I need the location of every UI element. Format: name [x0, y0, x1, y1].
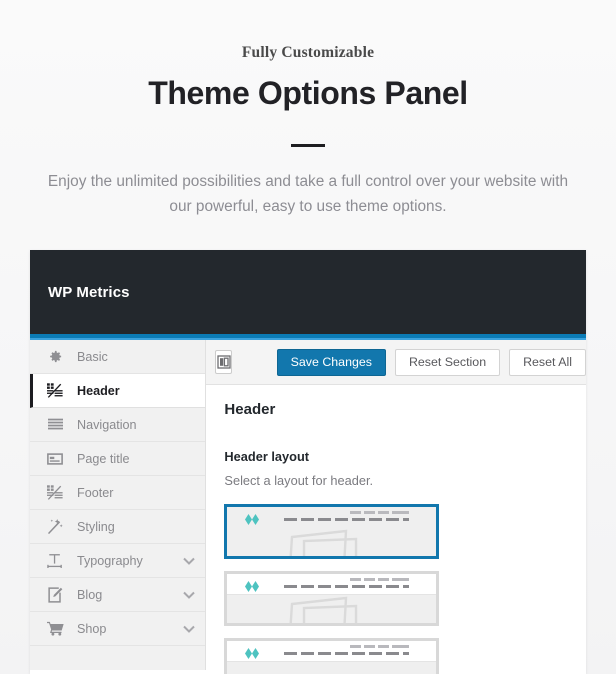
chevron-down-icon[interactable] [183, 557, 196, 565]
reset-section-button[interactable]: Reset Section [394, 348, 501, 376]
sidebar-item-footer[interactable]: Footer [30, 476, 206, 510]
brand-title: WP Metrics [48, 283, 130, 301]
chevron-down-icon[interactable] [183, 625, 196, 633]
layout-preview-bar [227, 641, 437, 662]
field-description: Select a layout for header. [224, 473, 374, 488]
pencil-note-icon [44, 586, 66, 604]
chevron-down-icon[interactable] [183, 591, 196, 599]
landing-page: Fully Customizable Theme Options Panel E… [0, 0, 616, 674]
panel-sidebar: Basic Header Navigation Page title Foote… [30, 340, 207, 670]
layout-options [224, 504, 568, 674]
layout-preview-image [284, 527, 384, 556]
logo-icon [244, 512, 260, 525]
sidebar-item-navigation[interactable]: Navigation [30, 408, 206, 442]
section-title: Header [224, 401, 276, 418]
sidebar-item-label: Page title [77, 451, 130, 466]
layout-preview-bar [227, 507, 437, 528]
gear-icon [44, 348, 66, 366]
sidebar-item-styling[interactable]: Styling [30, 510, 206, 544]
header-icon [44, 382, 66, 400]
sidebar-item-label: Styling [77, 519, 115, 534]
sidebar-item-page-title[interactable]: Page title [30, 442, 206, 476]
navigation-icon [44, 416, 66, 434]
sidebar-item-blog[interactable]: Blog [30, 578, 206, 612]
intro-section: Fully Customizable Theme Options Panel E… [0, 0, 616, 220]
logo-icon [244, 646, 260, 659]
sidebar-item-header[interactable]: Header [30, 374, 206, 408]
reset-all-button[interactable]: Reset All [509, 348, 586, 376]
eyebrow-text: Fully Customizable [241, 44, 375, 61]
page-title: Theme Options Panel [148, 75, 468, 111]
sidebar-item-label: Basic [77, 349, 108, 364]
sidebar-item-label: Navigation [77, 417, 137, 432]
sidebar-item-label: Shop [77, 621, 107, 636]
footer-icon [44, 484, 66, 502]
typography-icon [44, 552, 66, 570]
layout-preview-image [284, 594, 384, 623]
intro-description: Enjoy the unlimited possibilities and ta… [47, 173, 569, 215]
save-changes-button[interactable]: Save Changes [276, 348, 386, 376]
sidebar-item-label: Typography [77, 553, 143, 568]
sidebar-item-label: Header [77, 383, 120, 398]
sidebar-item-shop[interactable]: Shop [30, 612, 206, 646]
panel-main: Save Changes Reset Section Reset All Hea… [206, 340, 586, 674]
page-title-icon [44, 450, 66, 468]
theme-options-panel: WP Metrics Basic Header Navigation Page … [30, 250, 586, 674]
panel-toolbar: Save Changes Reset Section Reset All [206, 340, 586, 385]
panel-body: Basic Header Navigation Page title Foote… [30, 340, 586, 674]
layout-option-3[interactable] [224, 638, 440, 674]
magic-wand-icon [44, 518, 66, 536]
layout-option-1[interactable] [224, 504, 440, 559]
panel-content: Header Header layout Select a layout for… [206, 385, 586, 674]
sidebar-item-label: Footer [77, 485, 114, 500]
sidebar-item-basic[interactable]: Basic [30, 340, 206, 374]
logo-icon [244, 579, 260, 592]
layout-option-2[interactable] [224, 571, 440, 626]
cart-icon [44, 620, 66, 638]
panel-header: WP Metrics [30, 250, 586, 338]
layout-preview-bar [227, 574, 437, 595]
sidebar-item-typography[interactable]: Typography [30, 544, 206, 578]
field-label-header-layout: Header layout [224, 449, 310, 464]
title-divider [0, 134, 616, 148]
sidebar-item-label: Blog [77, 587, 103, 602]
panel-layout-icon[interactable] [215, 350, 232, 374]
